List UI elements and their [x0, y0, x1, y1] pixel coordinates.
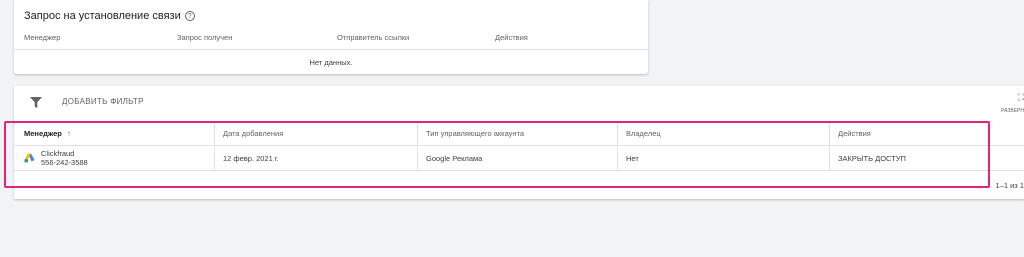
column-header-manager[interactable]: Менеджер ↑ — [14, 122, 215, 145]
connection-requests-title-row: Запрос на установление связи ? — [24, 10, 195, 22]
account-info: Clickfraud 556-242-3588 — [24, 149, 88, 167]
managers-table: Менеджер ↑ Дата добавления Тип управляющ… — [14, 122, 1024, 171]
filter-toolbar: ДОБАВИТЬ ФИЛЬТР ⛶ — [14, 86, 1024, 120]
column-header-actions: Действия — [495, 33, 528, 42]
column-header-manager-label: Менеджер — [24, 129, 62, 138]
table-header-row: Менеджер ↑ Дата добавления Тип управляющ… — [14, 122, 1024, 146]
empty-state-text: Нет данных. — [309, 58, 353, 67]
owner-cell: Нет — [618, 146, 830, 170]
pagination-text: 1–1 из 1 — [995, 181, 1024, 190]
manager-cell: Clickfraud 556-242-3588 — [14, 146, 215, 170]
date-added-cell: 12 февр. 2021 г. — [215, 146, 418, 170]
sort-arrow-up-icon[interactable]: ↑ — [67, 129, 71, 138]
google-ads-icon — [24, 153, 35, 163]
table-row: Clickfraud 556-242-3588 12 февр. 2021 г.… — [14, 146, 1024, 171]
add-filter-button[interactable]: ДОБАВИТЬ ФИЛЬТР — [62, 97, 144, 106]
column-header-owner[interactable]: Владелец — [618, 122, 830, 145]
account-name[interactable]: Clickfraud — [41, 149, 88, 158]
column-header-manager: Менеджер — [24, 33, 61, 42]
column-header-date-added[interactable]: Дата добавления — [215, 122, 418, 145]
revoke-access-button[interactable]: ЗАКРЫТЬ ДОСТУП — [838, 154, 906, 163]
account-id: 556-242-3588 — [41, 158, 88, 167]
account-type-cell: Google Реклама — [418, 146, 618, 170]
filter-icon[interactable] — [30, 97, 42, 108]
column-header-link-sender: Отправитель ссылки — [337, 33, 410, 42]
expand-label[interactable]: РАЗВЕРН — [1001, 108, 1024, 114]
expand-icon[interactable]: ⛶ — [1012, 92, 1024, 103]
column-header-account-type[interactable]: Тип управляющего аккаунта — [418, 122, 618, 145]
connection-requests-card: Запрос на установление связи ? Менеджер … — [14, 0, 648, 74]
help-icon[interactable]: ? — [184, 11, 195, 21]
managers-card: ДОБАВИТЬ ФИЛЬТР ⛶ Менеджер ↑ Дата добавл… — [14, 86, 1024, 199]
divider — [14, 49, 648, 50]
column-header-request-received: Запрос получен — [177, 33, 233, 42]
actions-cell: ЗАКРЫТЬ ДОСТУП — [830, 146, 1024, 170]
column-header-actions: Действия — [838, 129, 871, 138]
account-text: Clickfraud 556-242-3588 — [41, 149, 88, 167]
connection-requests-title: Запрос на установление связи — [24, 10, 181, 22]
